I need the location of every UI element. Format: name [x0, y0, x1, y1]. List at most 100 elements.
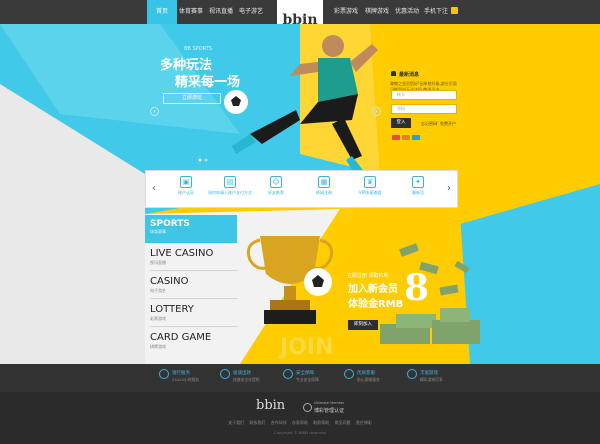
clock-icon	[220, 369, 230, 379]
promo-subtitle: 立即注册 领取红利	[347, 273, 389, 279]
footer-link-faq[interactable]: 常见问题	[335, 420, 351, 425]
badge-line1: Ultimate Member	[314, 401, 345, 405]
footer-link-about[interactable]: 关于我们	[228, 420, 244, 425]
promo-join-button[interactable]: 即刻加入	[348, 320, 378, 330]
footer-links: 关于我们 联系我们 合作伙伴 存款帮助 取款帮助 常见问题 责任博彩	[0, 420, 600, 426]
menu-label-en: LIVE CASINO	[150, 248, 214, 259]
strip-label: 刷网注册	[316, 190, 332, 195]
hero-next-button[interactable]: ›	[372, 107, 381, 116]
payment-icon-1	[392, 135, 400, 140]
nav-lottery[interactable]: 彩票游戏	[334, 0, 358, 24]
language-icon[interactable]	[451, 7, 458, 14]
login-button[interactable]: 登入	[391, 118, 411, 128]
feature-title: 丰富游戏	[420, 371, 438, 376]
features-bar: 银行服务 24x24小时服务 极速出款 快速安全存提款 安全保障 专业安全保障 …	[0, 364, 600, 392]
strip-item-payment[interactable]: ▤ 如何申请入账户支付方式	[208, 176, 252, 196]
feature-title: 银行服务	[172, 371, 190, 376]
quick-links-strip: ‹ ▣ 账户认证 ▤ 如何申请入账户支付方式 ☺ 好友推荐 ▦ 刷网注册 ♛ V…	[145, 170, 458, 208]
link-separator: /	[436, 121, 438, 126]
nav-cards[interactable]: 棋牌游戏	[365, 0, 389, 24]
strip-label: 如何申请入账户支付方式	[208, 190, 252, 195]
feature-sub: 贴心客服服务	[357, 377, 380, 382]
password-input[interactable]: 密码	[391, 104, 457, 114]
shield-icon	[283, 369, 293, 379]
strip-item-vip[interactable]: ♛ VIP快速通道	[348, 176, 392, 196]
strip-label: 账户认证	[178, 190, 194, 195]
feature-sub: 24x24小时服务	[172, 377, 200, 382]
badge-line2: 博彩管理认证	[314, 408, 345, 414]
promo-title-line2: 体验金RMB	[348, 299, 404, 310]
friends-icon: ☺	[270, 176, 282, 188]
menu-item-live-casino[interactable]: LIVE CASINO 视讯直播	[150, 248, 240, 266]
footer-link-contact[interactable]: 联系我们	[249, 420, 265, 425]
nav-egames[interactable]: 电子游艺	[239, 0, 263, 24]
hero-tag: BB SPORTS	[184, 46, 212, 52]
account-input[interactable]: 帐号	[391, 90, 457, 100]
footer-link-withdraw[interactable]: 取款帮助	[313, 420, 329, 425]
feature-title: 极速出款	[233, 371, 251, 376]
menu-divider	[150, 298, 238, 299]
footer: bbin Ultimate Member 博彩管理认证 关于我们 联系我们 合作…	[0, 392, 600, 444]
nav-promotions[interactable]: 优惠活动	[395, 0, 419, 24]
footer-logo: bbin	[256, 398, 286, 413]
footer-link-deposit[interactable]: 存款帮助	[292, 420, 308, 425]
vip-icon: ♛	[364, 176, 376, 188]
feature-sub: 快速安全存提款	[233, 377, 260, 382]
menu-item-sports[interactable]: SPORTS 体育赛事	[145, 215, 237, 243]
game-category-menu: SPORTS 体育赛事 LIVE CASINO 视讯直播 CASINO 电子游艺…	[145, 215, 240, 363]
wallet-icon: ▤	[224, 176, 236, 188]
game-icon	[407, 369, 417, 379]
id-card-icon: ▣	[180, 176, 192, 188]
menu-item-card-game[interactable]: CARD GAME 棋牌游戏	[150, 332, 240, 350]
strip-item-latest[interactable]: ✦ 最新活	[396, 176, 440, 196]
certification-icon	[303, 403, 312, 412]
news-title: 最新消息	[399, 72, 420, 78]
strip-label: 好友推荐	[268, 190, 284, 195]
bell-icon	[391, 71, 396, 76]
menu-label-cn: 棋牌游戏	[150, 344, 166, 349]
hero-play-button[interactable]: 立即游玩	[163, 93, 221, 104]
register-icon: ▦	[318, 176, 330, 188]
chat-icon	[344, 369, 354, 379]
copyright: Copyright © BBIN reserved	[274, 430, 326, 435]
menu-sports-en: SPORTS	[150, 219, 190, 229]
strip-item-register[interactable]: ▦ 刷网注册	[302, 176, 346, 196]
hero-prev-button[interactable]: ‹	[150, 107, 159, 116]
soccer-ball-trophy	[304, 268, 332, 296]
menu-divider	[150, 270, 238, 271]
nav-home[interactable]: 首页	[147, 0, 177, 24]
strip-label: 最新活	[412, 190, 424, 195]
slider-dot-2	[204, 158, 208, 162]
menu-label-en: CARD GAME	[150, 332, 212, 343]
promo-amount: 8	[404, 267, 430, 309]
nav-mobile[interactable]: 手机下注	[424, 0, 448, 24]
forgot-password-link[interactable]: 忘记密码	[421, 121, 437, 127]
strip-prev-button[interactable]: ‹	[152, 183, 156, 194]
strip-label: VIP快速通道	[358, 190, 382, 195]
menu-label-cn: 彩票游戏	[150, 316, 166, 321]
promo-title-line1: 加入新会员	[348, 284, 398, 295]
footer-link-partners[interactable]: 合作伙伴	[271, 420, 287, 425]
feature-title: 优质客服	[357, 371, 375, 376]
payment-icon-2	[402, 135, 410, 140]
soccer-ball-hero	[224, 90, 248, 114]
payment-icon-3	[412, 135, 420, 140]
strip-next-button[interactable]: ›	[447, 183, 451, 194]
slider-dot-1	[198, 158, 202, 162]
gift-icon: ✦	[412, 176, 424, 188]
menu-label-en: LOTTERY	[150, 304, 194, 315]
bank-icon	[159, 369, 169, 379]
hero-title-line2: 精采每一场	[175, 75, 241, 90]
menu-sports-cn: 体育赛事	[150, 229, 166, 234]
menu-item-lottery[interactable]: LOTTERY 彩票游戏	[150, 304, 240, 322]
strip-item-verify[interactable]: ▣ 账户认证	[164, 176, 208, 196]
feature-sub: 专业安全保障	[296, 377, 319, 382]
menu-item-casino[interactable]: CASINO 电子游艺	[150, 276, 240, 294]
nav-sports[interactable]: 体育赛事	[179, 0, 203, 24]
footer-link-responsible[interactable]: 责任博彩	[356, 420, 372, 425]
menu-label-en: CASINO	[150, 276, 189, 287]
strip-item-referral[interactable]: ☺ 好友推荐	[254, 176, 298, 196]
nav-live[interactable]: 视讯直播	[209, 0, 233, 24]
feature-title: 安全保障	[296, 371, 314, 376]
register-link[interactable]: 免费开户	[440, 121, 456, 127]
